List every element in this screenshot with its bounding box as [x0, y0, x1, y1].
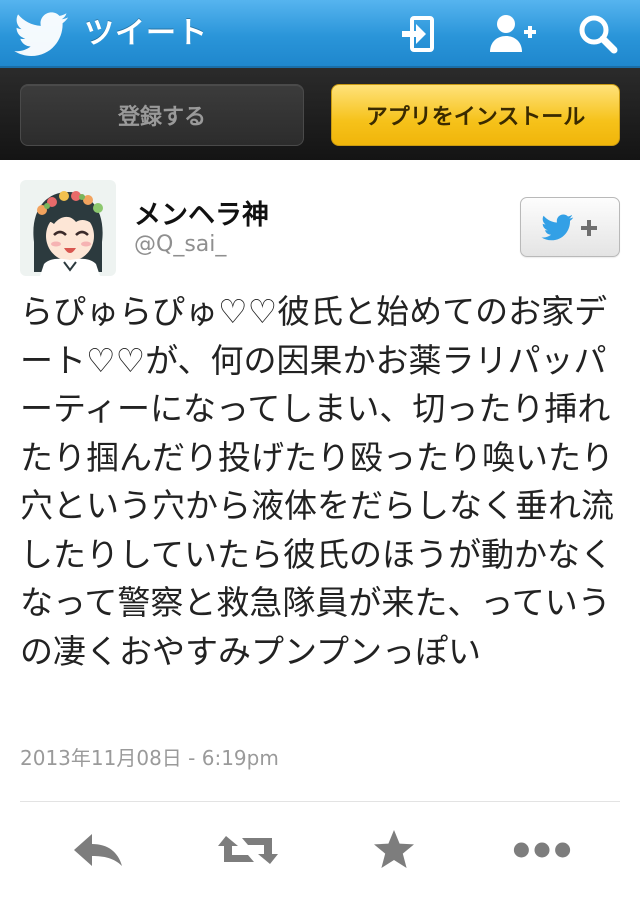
retweet-icon[interactable]	[218, 822, 278, 878]
follow-button[interactable]	[520, 197, 620, 257]
tweet-timestamp[interactable]: 2013年11月08日 - 6:19pm	[20, 742, 279, 771]
action-strip: 登録する アプリをインストール	[0, 68, 640, 160]
avatar[interactable]	[20, 180, 116, 276]
register-button[interactable]: 登録する	[20, 84, 304, 146]
favorite-star-icon[interactable]	[364, 822, 424, 878]
tweet-text: らぴゅらぴゅ♡♡彼氏と始めてのお家デート♡♡が、何の因果かお薬ラリパッパーティー…	[20, 292, 614, 671]
search-icon[interactable]	[576, 12, 620, 56]
divider	[20, 801, 620, 802]
page-title: ツイート	[84, 16, 208, 51]
reply-icon[interactable]	[68, 822, 128, 878]
top-navigation-bar: ツイート	[0, 0, 640, 68]
add-user-icon[interactable]	[488, 12, 536, 56]
install-app-button[interactable]: アプリをインストール	[331, 84, 620, 146]
twitter-bird-icon[interactable]	[14, 12, 70, 56]
author-name[interactable]: メンヘラ神	[134, 193, 269, 232]
sign-in-icon[interactable]	[396, 12, 440, 56]
more-dots-icon[interactable]	[512, 822, 572, 878]
twitter-follow-icon	[541, 214, 597, 241]
author-handle[interactable]: @Q_sai_	[134, 232, 226, 257]
